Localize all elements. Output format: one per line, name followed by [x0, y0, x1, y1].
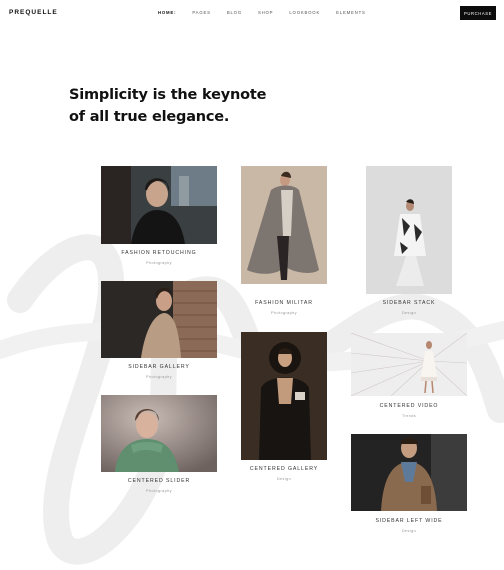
site-logo[interactable]: PREQUELLE	[9, 9, 58, 16]
portfolio-image[interactable]	[101, 281, 217, 358]
portfolio-image[interactable]	[241, 166, 327, 284]
card-category[interactable]: Trends	[331, 414, 487, 418]
card-title[interactable]: CENTERED GALLERY	[221, 466, 347, 472]
portfolio-image[interactable]	[241, 332, 327, 460]
card-title[interactable]: CENTERED SLIDER	[81, 478, 237, 484]
portfolio-image[interactable]	[366, 166, 452, 294]
card-category[interactable]: Design	[331, 529, 487, 533]
headline-line-1: Simplicity is the keynote	[69, 87, 267, 103]
menu-item-home[interactable]: HOME:	[158, 10, 176, 15]
purchase-button[interactable]: PURCHASE	[460, 6, 496, 20]
card-title[interactable]: SIDEBAR STACK	[346, 300, 472, 306]
headline-line-2: of all true elegance.	[69, 109, 230, 125]
portfolio-image[interactable]	[101, 395, 217, 472]
card-title[interactable]: SIDEBAR GALLERY	[81, 364, 237, 370]
card-title[interactable]: FASHION RETOUCHING	[81, 250, 237, 256]
card-category[interactable]: Design	[346, 311, 472, 315]
card-title[interactable]: CENTERED VIDEO	[331, 403, 487, 409]
menu-item-pages[interactable]: PAGES	[192, 10, 211, 15]
top-navigation: PREQUELLE HOME: PAGES BLOG SHOP LOOKBOOK…	[0, 0, 504, 26]
card-category[interactable]: Photography	[81, 375, 237, 379]
card-title[interactable]: SIDEBAR LEFT WIDE	[331, 518, 487, 524]
menu-item-lookbook[interactable]: LOOKBOOK	[289, 10, 320, 15]
main-menu: HOME: PAGES BLOG SHOP LOOKBOOK ELEMENTS	[158, 10, 382, 15]
menu-item-blog[interactable]: BLOG	[227, 10, 242, 15]
menu-item-elements[interactable]: ELEMENTS	[336, 10, 366, 15]
hero-headline: Simplicity is the keynote of all true el…	[69, 84, 269, 128]
card-category[interactable]: Photography	[221, 311, 347, 315]
portfolio-image[interactable]	[101, 166, 217, 244]
card-category[interactable]: Photography	[81, 261, 237, 265]
card-category[interactable]: Design	[221, 477, 347, 481]
portfolio-image[interactable]	[351, 333, 467, 396]
menu-item-shop[interactable]: SHOP	[258, 10, 273, 15]
portfolio-image[interactable]	[351, 434, 467, 511]
card-category[interactable]: Photography	[81, 489, 237, 493]
card-title[interactable]: FASHION MILITAR	[221, 300, 347, 306]
